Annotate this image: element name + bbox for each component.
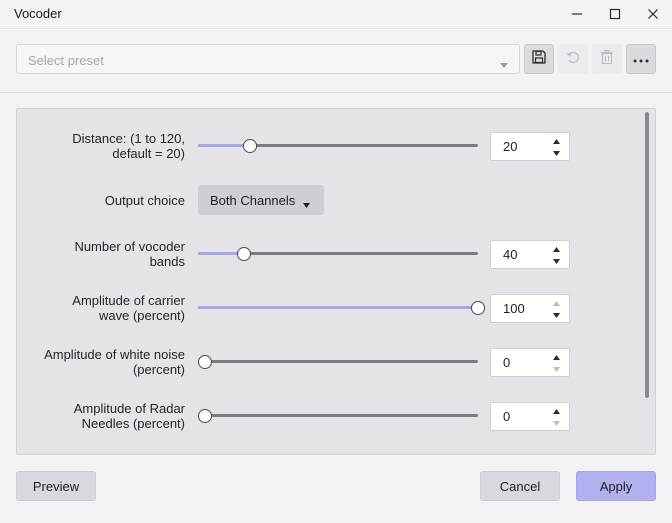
increment-icon[interactable]: [551, 245, 561, 253]
bands-slider-thumb[interactable]: [237, 247, 251, 261]
radar-spinbox[interactable]: 0: [490, 402, 570, 431]
increment-icon[interactable]: [551, 353, 561, 361]
output-choice-label: Output choice: [104, 193, 185, 208]
bands-spinbox[interactable]: 40: [490, 240, 570, 269]
preset-placeholder: Select preset: [28, 53, 104, 68]
save-icon: [531, 49, 547, 70]
distance-slider-fill: [198, 144, 243, 147]
minimize-icon: [571, 8, 583, 20]
white-noise-label: Amplitude of white noise (percent): [44, 347, 185, 377]
vertical-scrollbar[interactable]: [645, 112, 649, 398]
increment-icon[interactable]: [551, 407, 561, 415]
carrier-slider-thumb[interactable]: [471, 301, 485, 315]
maximize-button[interactable]: [596, 0, 634, 28]
apply-button[interactable]: Apply: [576, 471, 656, 501]
chevron-down-icon: [500, 56, 508, 74]
section-divider: [0, 92, 672, 93]
carrier-label: Amplitude of carrier wave (percent): [72, 293, 185, 323]
window-title: Vocoder: [14, 6, 62, 21]
delete-preset-button[interactable]: [592, 44, 622, 74]
bands-label: Number of vocoder bands: [74, 239, 185, 269]
increment-icon[interactable]: [551, 299, 561, 307]
white-noise-spinbox[interactable]: 0: [490, 348, 570, 377]
radar-slider-track[interactable]: [198, 414, 478, 417]
white-noise-value: 0: [503, 355, 511, 370]
output-choice-value: Both Channels: [210, 193, 296, 208]
undo-icon: [565, 49, 581, 70]
save-preset-button[interactable]: [524, 44, 554, 74]
increment-icon[interactable]: [551, 137, 561, 145]
bands-value: 40: [503, 247, 518, 262]
bands-slider-fill: [198, 252, 237, 255]
radar-slider-thumb[interactable]: [198, 409, 212, 423]
carrier-value: 100: [503, 301, 525, 316]
trash-icon: [599, 49, 615, 70]
maximize-icon: [609, 8, 621, 20]
decrement-icon[interactable]: [551, 419, 561, 427]
distance-value: 20: [503, 139, 518, 154]
title-divider: [0, 28, 672, 29]
radar-value: 0: [503, 409, 511, 424]
carrier-spinbox[interactable]: 100: [490, 294, 570, 323]
preset-select[interactable]: Select preset: [16, 44, 520, 74]
carrier-slider-fill: [198, 306, 471, 309]
close-button[interactable]: [634, 0, 672, 28]
more-options-button[interactable]: [626, 44, 656, 74]
decrement-icon[interactable]: [551, 149, 561, 157]
close-icon: [647, 8, 659, 20]
decrement-icon[interactable]: [551, 311, 561, 319]
more-icon: [633, 50, 649, 68]
title-bar: Vocoder: [0, 0, 672, 28]
cancel-button[interactable]: Cancel: [480, 471, 560, 501]
radar-label: Amplitude of Radar Needles (percent): [73, 401, 185, 431]
undo-preset-button[interactable]: [558, 44, 588, 74]
output-choice-dropdown[interactable]: Both Channels: [198, 185, 324, 215]
decrement-icon[interactable]: [551, 257, 561, 265]
distance-slider-thumb[interactable]: [243, 139, 257, 153]
caret-down-icon: [303, 196, 310, 214]
distance-label: Distance: (1 to 120, default = 20): [72, 131, 185, 161]
preview-button[interactable]: Preview: [16, 471, 96, 501]
minimize-button[interactable]: [558, 0, 596, 28]
distance-spinbox[interactable]: 20: [490, 132, 570, 161]
white-noise-slider-track[interactable]: [198, 360, 478, 363]
decrement-icon[interactable]: [551, 365, 561, 373]
white-noise-slider-thumb[interactable]: [198, 355, 212, 369]
